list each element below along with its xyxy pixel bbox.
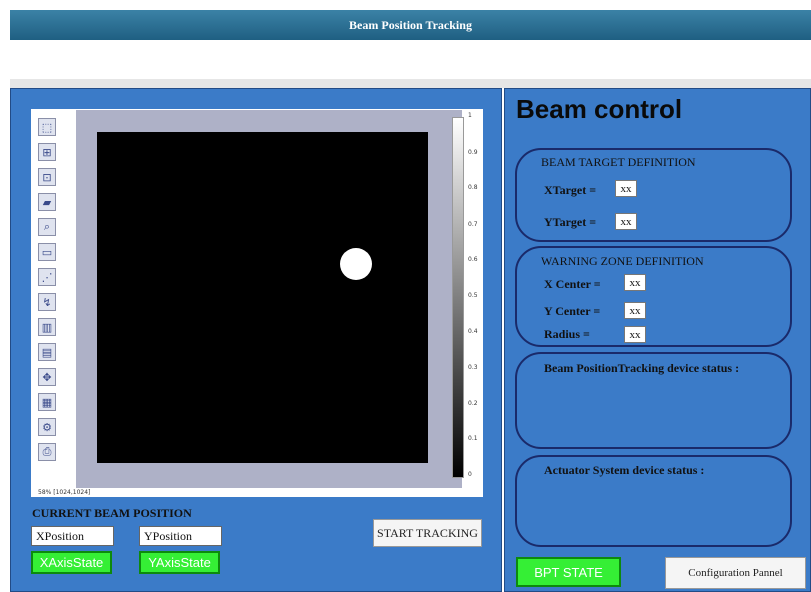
yposition-field: YPosition — [139, 526, 222, 546]
colorbar-tick: 1 — [468, 112, 472, 119]
bpt-status-label: Beam PositionTracking device status : — [544, 361, 740, 375]
start-tracking-button[interactable]: START TRACKING — [373, 519, 482, 547]
colorbar-tick: 0.9 — [468, 149, 478, 156]
colorbar-ticks: 1 0.9 0.8 0.7 0.6 0.5 0.4 0.3 0.2 0.1 0 — [466, 112, 480, 482]
ycenter-label: Y Center = — [544, 304, 601, 318]
separator — [10, 79, 811, 88]
zoom-in-icon[interactable]: ⌕ — [38, 218, 56, 236]
beam-spot — [340, 248, 372, 280]
beam-target-title: BEAM TARGET DEFINITION — [541, 155, 696, 169]
xaxis-state-indicator: XAxisState — [31, 551, 112, 574]
settings-icon[interactable]: ⚙ — [38, 418, 56, 436]
colorbar-tick: 0.8 — [468, 184, 478, 191]
window-title-bar: Beam Position Tracking — [10, 10, 811, 40]
yaxis-state-indicator: YAxisState — [139, 551, 220, 574]
current-beam-title: CURRENT BEAM POSITION — [32, 506, 192, 520]
viewer-toolbar: ⬚ ⊞ ⊡ ▰ ⌕ ▭ ⋰ ↯ ▥ ▤ ✥ ▦ ⚙ ⎙ — [38, 118, 60, 468]
select-icon[interactable]: ⬚ — [38, 118, 56, 136]
ytarget-input[interactable]: xx — [615, 213, 637, 230]
beam-control-title: Beam control — [516, 94, 683, 124]
open-icon[interactable]: ▰ — [38, 193, 56, 211]
window-title: Beam Position Tracking — [349, 17, 472, 32]
zoom-label: 58% [1024,1024] — [38, 489, 91, 496]
histogram-icon[interactable]: ▥ — [38, 318, 56, 336]
pan-icon[interactable]: ✥ — [38, 368, 56, 386]
zoom-fit-icon[interactable]: ⊡ — [38, 168, 56, 186]
xtarget-label: XTarget = — [544, 183, 597, 197]
xcenter-label: X Center = — [544, 277, 601, 291]
print-icon[interactable]: ⎙ — [38, 443, 56, 461]
colorbar-tick: 0.7 — [468, 221, 478, 228]
beam-image[interactable] — [97, 132, 428, 463]
colorbar-tick: 0.6 — [468, 256, 478, 263]
colorbar-tick: 0.3 — [468, 364, 478, 371]
colorbar — [452, 117, 464, 478]
axis-icon[interactable]: ↯ — [38, 293, 56, 311]
colormap-icon[interactable]: ▦ — [38, 393, 56, 411]
radius-input[interactable]: xx — [624, 326, 646, 343]
radius-label: Radius = — [544, 327, 590, 341]
ytarget-label: YTarget = — [544, 215, 597, 229]
colorbar-tick: 0 — [468, 471, 472, 478]
chart-icon[interactable]: ⋰ — [38, 268, 56, 286]
zoom-box-icon[interactable]: ⊞ — [38, 143, 56, 161]
xposition-field: XPosition — [31, 526, 114, 546]
window-icon[interactable]: ▭ — [38, 243, 56, 261]
xcenter-input[interactable]: xx — [624, 274, 646, 291]
colorbar-tick: 0.2 — [468, 400, 478, 407]
colorbar-tick: 0.1 — [468, 435, 478, 442]
bpt-state-indicator: BPT STATE — [516, 557, 621, 587]
colorbar-tick: 0.4 — [468, 328, 478, 335]
warning-zone-title: WARNING ZONE DEFINITION — [541, 254, 704, 268]
colorbar-tick: 0.5 — [468, 292, 478, 299]
actuator-status-label: Actuator System device status : — [544, 463, 705, 477]
configuration-panel-button[interactable]: Configuration Pannel — [665, 557, 806, 589]
stats-icon[interactable]: ▤ — [38, 343, 56, 361]
xtarget-input[interactable]: xx — [615, 180, 637, 197]
ycenter-input[interactable]: xx — [624, 302, 646, 319]
